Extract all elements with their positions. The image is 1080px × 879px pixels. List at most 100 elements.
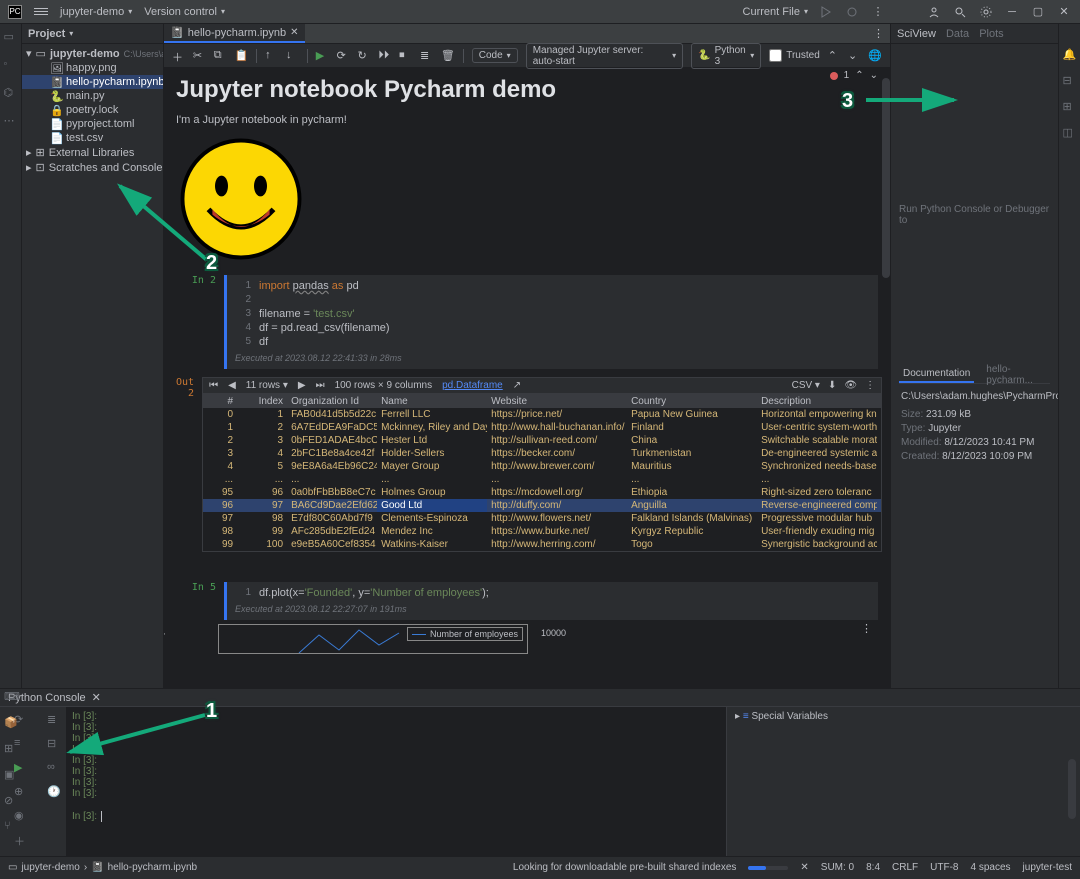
move-down-button[interactable]: ↓	[286, 49, 299, 63]
interpreter-dropdown[interactable]: 🐍Python 3▾	[691, 43, 761, 69]
column-header[interactable]: Description	[757, 395, 877, 408]
search-icon[interactable]	[952, 4, 968, 20]
column-header[interactable]: Name	[377, 395, 487, 408]
tree-file-csv[interactable]: 📄test.csv	[22, 131, 163, 145]
first-page-button[interactable]: ⏮	[209, 380, 218, 391]
table-row[interactable]: 9697BA6Cd9Dae2Efd62Good Ltdhttp://duffy.…	[203, 499, 881, 512]
table-row[interactable]: 459eE8A6a4Eb96C24Mayer Grouphttp://www.b…	[203, 460, 881, 473]
column-header[interactable]: Country	[627, 395, 757, 408]
terminal-tool-icon[interactable]: ▣	[4, 768, 18, 782]
table-row[interactable]: 9798E7df80C60Abd7f9Clements-Espinozahttp…	[203, 512, 881, 525]
notifications-icon[interactable]: 🔔	[1063, 48, 1077, 62]
collapse-button[interactable]: ⌃	[828, 49, 840, 63]
minimize-button[interactable]: ─	[1004, 4, 1020, 20]
add-cell-button[interactable]: ＋	[172, 49, 185, 63]
account-icon[interactable]	[926, 4, 942, 20]
tree-root[interactable]: ▾ ▭ jupyter-demo C:\Users\ada	[22, 46, 163, 61]
encoding[interactable]: UTF-8	[930, 862, 958, 873]
services-tool-icon[interactable]: ⊞	[4, 742, 18, 756]
project-tool-icon[interactable]: ▭	[4, 30, 18, 44]
code-cell-5[interactable]: 1df.plot(x='Founded', y='Number of emplo…	[224, 582, 878, 620]
trusted-checkbox[interactable]: Trusted	[769, 49, 820, 62]
run-below-button[interactable]: ⟳	[337, 49, 350, 63]
editor-tab-notebook[interactable]: 📓 hello-pycharm.ipynb ✕	[164, 24, 305, 43]
column-header[interactable]: Website	[487, 395, 627, 408]
tab-sciview[interactable]: SciView	[897, 28, 936, 40]
tree-file-happy[interactable]: 🖼happy.png	[22, 61, 163, 75]
restart-run-button[interactable]: ⏵⏵	[378, 49, 391, 63]
print-button[interactable]: ∞	[47, 761, 61, 775]
table-row[interactable]: 342bFC1Be8a4ce42fHolder-Sellershttps://b…	[203, 447, 881, 460]
vcs-dropdown[interactable]: Version control▾	[144, 6, 225, 18]
table-row[interactable]: 9899AFc285dbE2fEd24Mendez Inchttps://www…	[203, 525, 881, 538]
doc-tab-documentation[interactable]: Documentation	[899, 366, 974, 383]
close-icon[interactable]: ✕	[290, 27, 298, 38]
maximize-button[interactable]: ▢	[1030, 4, 1046, 20]
export-dropdown[interactable]: CSV ▾	[792, 380, 820, 391]
rows-dropdown[interactable]: 11 rows ▾	[246, 380, 288, 391]
indent-status[interactable]: 4 spaces	[971, 862, 1011, 873]
commit-tool-icon[interactable]: ◦	[4, 58, 18, 72]
collapse-output-button[interactable]: ⌄	[164, 626, 167, 639]
variables-button[interactable]: ≣	[420, 49, 433, 63]
download-button[interactable]: ⬇	[828, 380, 836, 391]
tree-scratches[interactable]: ▸⊡Scratches and Consoles	[22, 160, 163, 175]
cell-type-dropdown[interactable]: Code▾	[472, 48, 518, 63]
caret-position[interactable]: 8:4	[866, 862, 880, 873]
add-button[interactable]: ＋	[14, 833, 28, 847]
console-output[interactable]: In [3]: In [3]: In [3]: In [3]: In [3]: …	[66, 707, 726, 856]
tab-options-button[interactable]: ⋮	[873, 27, 884, 40]
history-button[interactable]: 🕐	[47, 785, 61, 799]
soft-wrap-button[interactable]: ≣	[47, 713, 61, 727]
move-up-button[interactable]: ↑	[265, 49, 278, 63]
packages-tool-icon[interactable]: 📦	[4, 716, 18, 730]
cut-button[interactable]: ✂	[193, 49, 206, 63]
tree-external-libs[interactable]: ▸⊞External Libraries	[22, 145, 163, 160]
project-dropdown[interactable]: jupyter-demo▾	[60, 6, 132, 18]
dataframe-table[interactable]: #IndexOrganization IdNameWebsiteCountryD…	[202, 394, 882, 552]
paste-button[interactable]: 📋	[235, 49, 249, 63]
run-cell-button[interactable]: ▶	[316, 49, 329, 63]
external-link-icon[interactable]: ↗	[513, 380, 521, 391]
table-row[interactable]: 99100e9eB5A60Cef8354Watkins-Kaiserhttp:/…	[203, 538, 881, 551]
inspection-widget[interactable]: 1 ⌃ ⌄	[830, 70, 878, 81]
editor-scrollbar[interactable]	[882, 78, 890, 278]
column-header[interactable]: Index	[237, 395, 287, 408]
table-row[interactable]: 230bFED1ADAE4bcC1Hester Ltdhttp://sulliv…	[203, 434, 881, 447]
doc-tab-file[interactable]: hello-pycharm...	[982, 362, 1050, 388]
line-ending[interactable]: CRLF	[892, 862, 918, 873]
console-input[interactable]: In [3]:	[72, 811, 720, 822]
structure-tool-icon[interactable]: ⌬	[4, 86, 18, 100]
tab-data[interactable]: Data	[946, 28, 969, 40]
chevron-up-icon[interactable]: ⌃	[855, 70, 863, 81]
cancel-indexing-button[interactable]: ✕	[800, 862, 808, 873]
view-toggle-button[interactable]: 👁	[844, 380, 857, 391]
prev-page-button[interactable]: ◀	[228, 380, 236, 391]
notebook-body[interactable]: 1 ⌃ ⌄ Jupyter notebook Pycharm demo I'm …	[164, 68, 890, 688]
breadcrumb[interactable]: ▭jupyter-demo › 📓hello-pycharm.ipynb	[8, 862, 197, 873]
more-tool-icon[interactable]: ⋯	[4, 114, 18, 128]
tree-file-main[interactable]: 🐍main.py	[22, 89, 163, 103]
tree-file-poetry[interactable]: 🔒poetry.lock	[22, 103, 163, 117]
problems-tool-icon[interactable]: ⊘	[4, 794, 18, 808]
run-config-dropdown[interactable]: Current File▾	[743, 6, 808, 18]
next-page-button[interactable]: ▶	[298, 380, 306, 391]
database-icon[interactable]: ⊟	[1063, 74, 1077, 88]
run-button[interactable]	[818, 4, 834, 20]
restart-button[interactable]: ↻	[357, 49, 370, 63]
close-button[interactable]: ✕	[1056, 4, 1072, 20]
chevron-down-icon[interactable]: ⌄	[870, 70, 878, 81]
interrupt-button[interactable]: ⏹	[399, 49, 412, 63]
jupyter-server-dropdown[interactable]: Managed Jupyter server: auto-start▾	[526, 43, 683, 69]
interpreter-status[interactable]: jupyter-test	[1023, 862, 1072, 873]
last-page-button[interactable]: ⏭	[316, 380, 325, 391]
main-menu-button[interactable]	[34, 8, 48, 15]
column-header[interactable]: #	[207, 395, 237, 408]
settings-icon[interactable]	[978, 4, 994, 20]
scroll-button[interactable]: ⊟	[47, 737, 61, 751]
table-row[interactable]: 95960a0bfFbBbB8eC7cHolmes Grouphttps://m…	[203, 486, 881, 499]
python-console-tool-icon[interactable]: ⌨	[4, 690, 18, 704]
console-scrollbar[interactable]	[1068, 759, 1076, 819]
df-type-link[interactable]: pd.Dataframe	[442, 380, 503, 391]
tab-plots[interactable]: Plots	[979, 28, 1003, 40]
